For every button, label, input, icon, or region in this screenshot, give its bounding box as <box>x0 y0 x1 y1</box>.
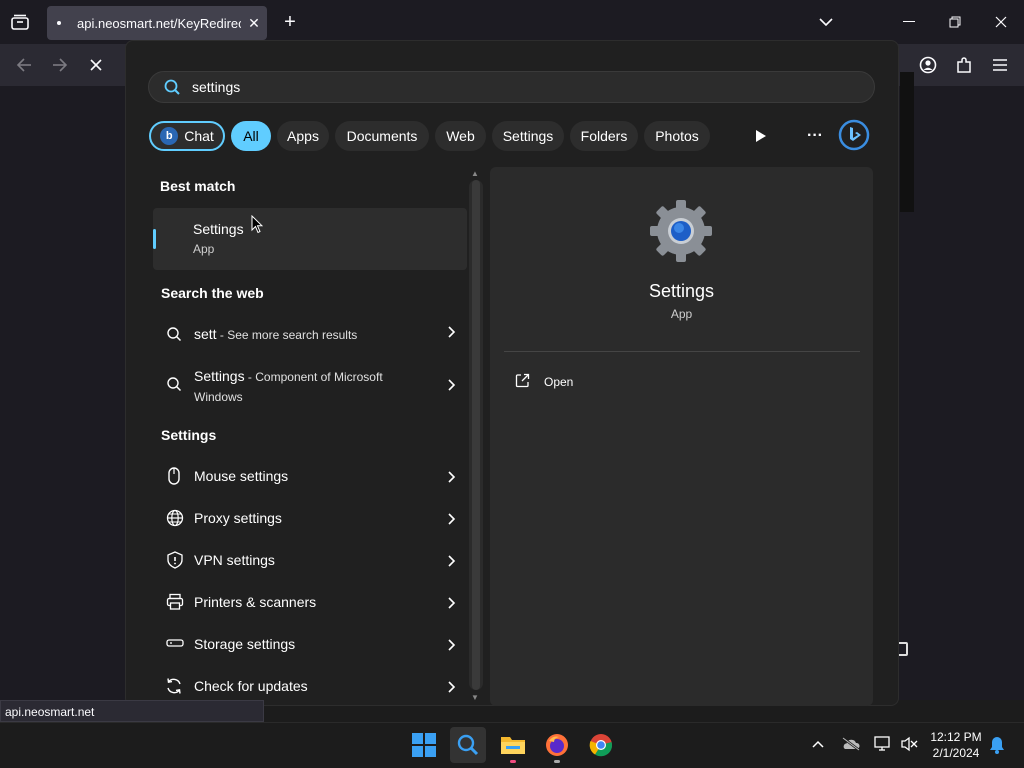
chevron-down-icon[interactable] <box>814 11 838 33</box>
settings-item-label: Printers & scanners <box>194 594 317 610</box>
filter-all[interactable]: All <box>231 121 271 151</box>
start-icon[interactable] <box>406 727 442 763</box>
search-icon <box>166 326 182 347</box>
filter-photos[interactable]: Photos <box>644 121 710 151</box>
running-indicator <box>510 760 516 763</box>
globe-icon <box>166 509 184 532</box>
back-icon[interactable] <box>12 53 36 77</box>
settings-item-label: Check for updates <box>194 678 308 694</box>
restore-icon[interactable] <box>943 11 967 33</box>
web-result-text: Settings - Component of Microsoft Window… <box>194 368 383 404</box>
settings-heading: Settings <box>161 427 217 443</box>
selection-indicator <box>153 229 156 249</box>
chevron-up-icon[interactable] <box>808 734 828 754</box>
web-result-text: sett - See more search results <box>194 326 358 342</box>
chrome-icon[interactable] <box>583 727 619 763</box>
chevron-right-icon <box>448 470 456 488</box>
chat-chip[interactable]: b Chat <box>149 121 225 151</box>
clock-date: 2/1/2024 <box>932 746 980 760</box>
mouse-cursor-icon <box>251 214 264 239</box>
forward-icon[interactable] <box>48 53 72 77</box>
new-tab-icon[interactable]: + <box>278 11 302 33</box>
search-icon <box>166 376 182 397</box>
open-label: Open <box>544 375 574 389</box>
play-icon[interactable] <box>750 124 772 148</box>
filter-documents[interactable]: Documents <box>335 121 429 151</box>
status-url: api.neosmart.net <box>0 700 264 722</box>
tab-title: api.neosmart.net/KeyRedirect/E <box>77 15 241 31</box>
scroll-down-icon[interactable]: ▼ <box>471 693 479 702</box>
chevron-right-icon <box>448 378 456 394</box>
account-icon[interactable] <box>916 53 940 77</box>
search-taskbar-icon[interactable] <box>450 727 486 763</box>
filter-settings[interactable]: Settings <box>492 121 564 151</box>
settings-item-label: Storage settings <box>194 636 296 652</box>
search-query: settings <box>192 79 241 95</box>
volume-muted-icon[interactable] <box>898 734 920 754</box>
network-icon[interactable] <box>872 734 894 754</box>
bing-icon: b <box>160 127 179 145</box>
browser-tab[interactable]: api.neosmart.net/KeyRedirect/E ✕ <box>47 6 267 40</box>
settings-gear-icon <box>648 198 714 269</box>
scroll-up-icon[interactable]: ▲ <box>471 169 479 178</box>
running-indicator <box>554 760 560 763</box>
results-scrollbar[interactable] <box>469 180 483 690</box>
refresh-icon <box>165 677 183 700</box>
divider <box>504 351 860 352</box>
filter-web[interactable]: Web <box>435 121 486 151</box>
best-match-item[interactable] <box>153 208 467 270</box>
chevron-right-icon <box>448 554 456 572</box>
tab-list-icon[interactable] <box>8 11 32 33</box>
notification-bell-icon[interactable] <box>986 734 1008 756</box>
tab-close-icon[interactable]: ✕ <box>241 15 267 32</box>
storage-icon <box>166 636 184 655</box>
menu-icon[interactable] <box>988 53 1012 77</box>
results-scrollbar-thumb[interactable] <box>472 180 480 690</box>
chevron-right-icon <box>448 596 456 614</box>
best-match-subtitle: App <box>193 242 215 256</box>
clock[interactable]: 12:12 PM 2/1/2024 <box>920 729 992 761</box>
chevron-right-icon <box>448 325 456 341</box>
stop-icon[interactable] <box>84 53 108 77</box>
detail-subtitle: App <box>670 307 693 321</box>
firefox-icon[interactable] <box>539 727 575 763</box>
printer-icon <box>166 593 184 616</box>
more-options-icon[interactable]: ··· <box>803 124 827 148</box>
minimize-icon[interactable] <box>897 11 921 33</box>
file-explorer-icon[interactable] <box>495 727 531 763</box>
bing-chat-icon[interactable] <box>838 119 870 151</box>
search-input[interactable]: settings <box>148 71 875 103</box>
filter-folders[interactable]: Folders <box>570 121 638 151</box>
settings-item-label: VPN settings <box>194 552 275 568</box>
shield-icon <box>166 551 184 574</box>
open-external-icon <box>515 373 530 393</box>
chevron-right-icon <box>448 638 456 656</box>
clock-time: 12:12 PM <box>930 730 982 744</box>
search-icon <box>163 78 181 101</box>
extensions-icon[interactable] <box>952 53 976 77</box>
best-match-heading: Best match <box>160 178 236 194</box>
page-scrollbar[interactable] <box>900 72 914 212</box>
detail-title: Settings <box>648 281 715 301</box>
chevron-right-icon <box>448 512 456 530</box>
tab-loading-icon <box>57 21 61 25</box>
best-match-title: Settings <box>193 221 244 237</box>
filter-apps[interactable]: Apps <box>277 121 329 151</box>
settings-item-label: Proxy settings <box>194 510 282 526</box>
web-heading: Search the web <box>161 285 264 301</box>
mouse-icon <box>166 467 182 490</box>
settings-item-label: Mouse settings <box>194 468 289 484</box>
onedrive-offline-icon[interactable] <box>840 734 862 754</box>
chevron-right-icon <box>448 680 456 698</box>
close-window-icon[interactable] <box>989 11 1013 33</box>
chat-label: Chat <box>184 128 214 144</box>
